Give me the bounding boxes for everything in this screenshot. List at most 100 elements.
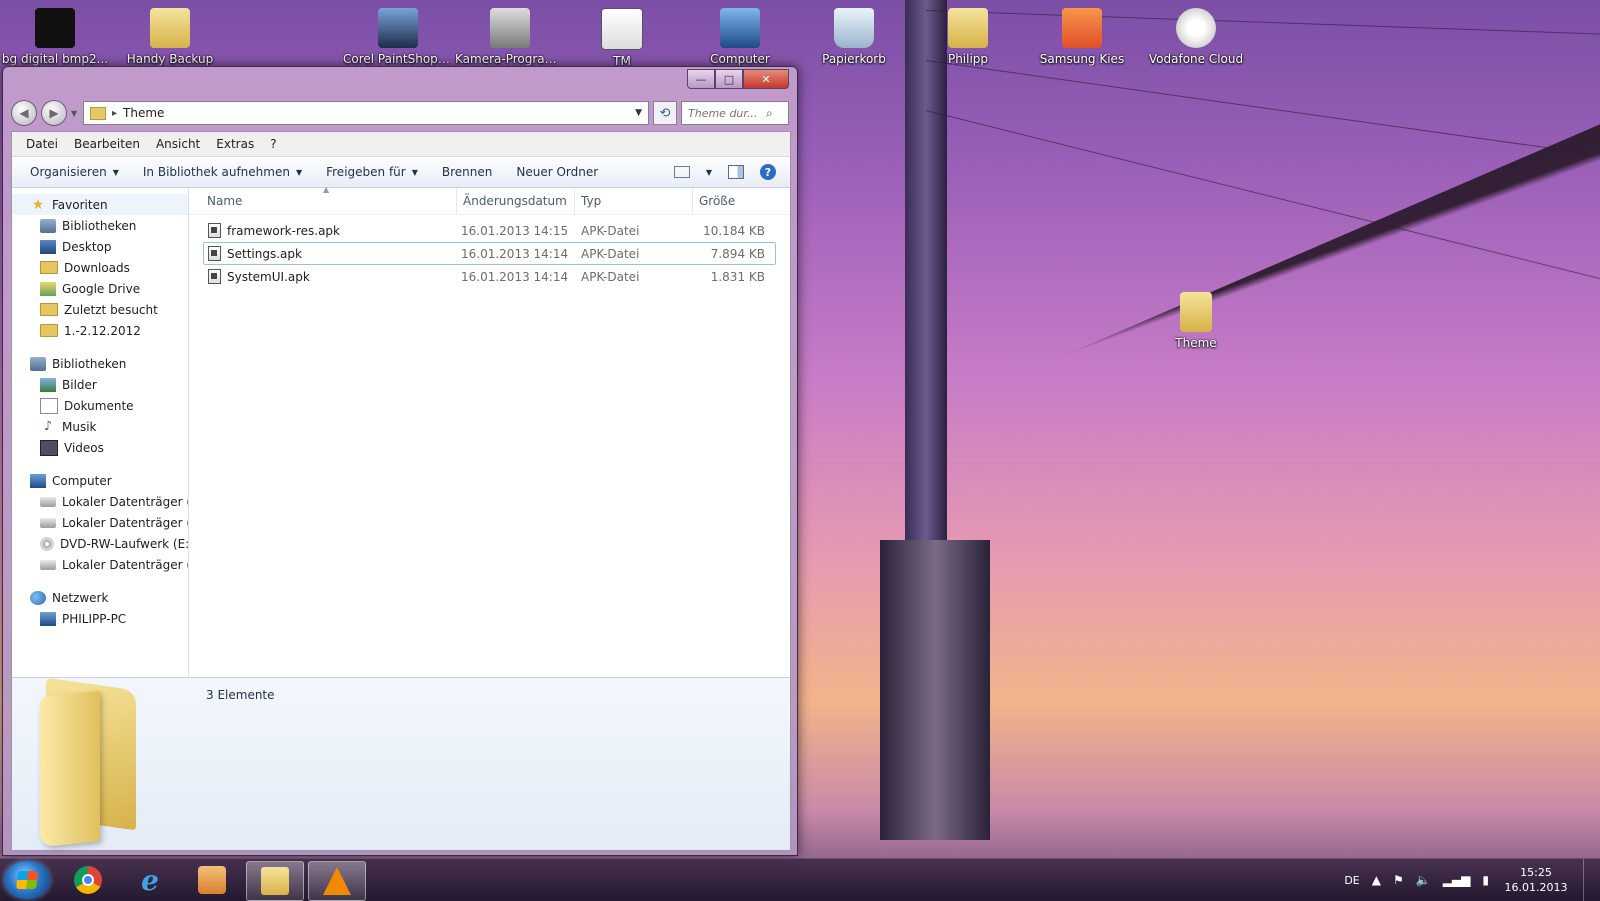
taskbar-vlc[interactable] bbox=[308, 861, 366, 901]
network-signal-icon[interactable]: ▂▄▆ bbox=[1443, 873, 1471, 887]
item-count: 3 Elemente bbox=[206, 688, 275, 702]
nav-desktop[interactable]: Desktop bbox=[12, 236, 188, 257]
nav-downloads[interactable]: Downloads bbox=[12, 257, 188, 278]
chevron-down-icon[interactable]: ▼ bbox=[706, 168, 712, 177]
forward-button[interactable]: ▶ bbox=[41, 100, 67, 126]
refresh-button[interactable]: ⟲ bbox=[653, 101, 677, 125]
start-button[interactable] bbox=[4, 861, 50, 899]
taskbar-explorer[interactable] bbox=[246, 861, 304, 901]
breadcrumb-theme[interactable]: Theme bbox=[123, 106, 629, 120]
show-desktop-button[interactable] bbox=[1583, 859, 1594, 901]
nav-drive-d[interactable]: Lokaler Datenträger (D:) bbox=[12, 512, 188, 533]
nav-bibliotheken[interactable]: Bibliotheken bbox=[12, 353, 188, 374]
menu-extras[interactable]: Extras bbox=[208, 137, 262, 151]
file-row[interactable]: framework-res.apk 16.01.2013 14:15 APK-D… bbox=[203, 219, 776, 242]
volume-icon[interactable]: 🔈 bbox=[1416, 873, 1431, 887]
nav-philipp-pc[interactable]: PHILIPP-PC bbox=[12, 608, 188, 629]
taskbar-chrome[interactable] bbox=[60, 861, 116, 899]
show-hidden-icons-icon[interactable]: ▲ bbox=[1372, 873, 1381, 887]
drive-icon bbox=[40, 517, 56, 528]
recent-places-icon bbox=[40, 303, 58, 316]
new-folder-button[interactable]: Neuer Ordner bbox=[504, 165, 610, 179]
dvd-drive-icon bbox=[40, 536, 54, 551]
change-view-icon[interactable] bbox=[673, 166, 690, 178]
desktop-icon-bg-digital[interactable]: bg digital bmp2... bbox=[0, 8, 110, 66]
action-center-flag-icon[interactable]: ⚑ bbox=[1393, 873, 1404, 887]
desktop-icon-samsung-kies[interactable]: Samsung Kies bbox=[1027, 8, 1137, 66]
menu-datei[interactable]: Datei bbox=[18, 137, 66, 151]
nav-favoriten[interactable]: ★ Favoriten bbox=[12, 194, 188, 215]
pictures-icon bbox=[40, 377, 56, 392]
nav-label: Computer bbox=[52, 473, 112, 488]
file-row[interactable]: Settings.apk 16.01.2013 14:14 APK-Datei … bbox=[203, 242, 776, 265]
address-row: ◀ ▶ ▼ ▸ Theme ▼ ⟲ ⌕ bbox=[11, 100, 789, 126]
burn-button[interactable]: Brennen bbox=[430, 165, 504, 179]
desktop-icon-theme[interactable]: Theme bbox=[1141, 292, 1251, 350]
desktop-icon-handy-backup[interactable]: Handy Backup bbox=[115, 8, 225, 66]
back-button[interactable]: ◀ bbox=[11, 100, 37, 126]
camera-icon bbox=[490, 8, 530, 48]
menu-ansicht[interactable]: Ansicht bbox=[148, 137, 208, 151]
nav-drive-c[interactable]: Lokaler Datenträger (C:) bbox=[12, 491, 188, 512]
desktop-icon-vodafone-cloud[interactable]: Vodafone Cloud bbox=[1141, 8, 1251, 66]
backup-folder-icon bbox=[150, 8, 190, 48]
explorer-content: Datei Bearbeiten Ansicht Extras ? Organi… bbox=[11, 131, 791, 851]
nav-bilder[interactable]: Bilder bbox=[12, 374, 188, 395]
desktop-icon-computer[interactable]: Computer bbox=[685, 8, 795, 66]
add-to-library-button[interactable]: In Bibliothek aufnehmen ▼ bbox=[131, 165, 314, 179]
nav-bibliotheken-fav[interactable]: Bibliotheken bbox=[12, 215, 188, 236]
column-header-date[interactable]: Änderungsdatum bbox=[457, 188, 575, 214]
preview-pane-icon[interactable] bbox=[728, 165, 744, 179]
file-size: 10.184 KB bbox=[703, 223, 765, 238]
chevron-down-icon: ▼ bbox=[295, 167, 303, 177]
column-header-size[interactable]: Größe bbox=[693, 188, 773, 214]
search-icon[interactable]: ⌕ bbox=[766, 106, 773, 121]
file-type: APK-Datei bbox=[581, 269, 640, 284]
nav-label: Lokaler Datenträger (Q:) bbox=[62, 557, 188, 572]
nav-drive-e[interactable]: DVD-RW-Laufwerk (E:) L bbox=[12, 533, 188, 554]
nav-videos[interactable]: Videos bbox=[12, 437, 188, 458]
chevron-down-icon: ▼ bbox=[112, 167, 119, 177]
nav-label: Lokaler Datenträger (C:) bbox=[62, 494, 188, 509]
maximize-button[interactable]: □ bbox=[715, 69, 743, 89]
language-indicator[interactable]: DE bbox=[1344, 874, 1359, 887]
taskbar-media-player[interactable] bbox=[184, 861, 240, 899]
nav-dokumente[interactable]: Dokumente bbox=[12, 395, 188, 416]
minimize-button[interactable]: — bbox=[687, 69, 715, 89]
nav-recent[interactable]: Zuletzt besucht bbox=[12, 299, 188, 320]
nav-netzwerk[interactable]: Netzwerk bbox=[12, 587, 188, 608]
address-dropdown-icon[interactable]: ▼ bbox=[635, 108, 642, 118]
clock-time: 15:25 bbox=[1520, 866, 1552, 879]
desktop-icon-tm[interactable]: TM bbox=[567, 8, 677, 68]
address-bar[interactable]: ▸ Theme ▼ bbox=[83, 101, 649, 125]
nav-folder-dates[interactable]: 1.-2.12.2012 bbox=[12, 320, 188, 341]
desktop-icon-philipp[interactable]: Philipp bbox=[913, 8, 1023, 66]
internet-explorer-icon: e bbox=[141, 863, 159, 897]
nav-group-libraries: Bibliotheken Bilder Dokumente ♪ Musik Vid… bbox=[12, 353, 188, 458]
desktop-icon-kamera-programme[interactable]: Kamera-Programme bbox=[455, 8, 565, 66]
menu-bearbeiten[interactable]: Bearbeiten bbox=[66, 137, 148, 151]
desktop-icon-papierkorb[interactable]: Papierkorb bbox=[799, 8, 909, 66]
column-header-type[interactable]: Typ bbox=[575, 188, 693, 214]
nav-google-drive[interactable]: Google Drive bbox=[12, 278, 188, 299]
help-icon[interactable]: ? bbox=[760, 164, 776, 180]
nav-drive-q[interactable]: Lokaler Datenträger (Q:) bbox=[12, 554, 188, 575]
google-drive-icon bbox=[40, 281, 56, 296]
nav-computer[interactable]: Computer bbox=[12, 470, 188, 491]
nav-label: Zuletzt besucht bbox=[64, 302, 158, 317]
share-with-button[interactable]: Freigeben für ▼ bbox=[314, 165, 430, 179]
file-row[interactable]: SystemUI.apk 16.01.2013 14:14 APK-Datei … bbox=[203, 265, 776, 288]
menu-help[interactable]: ? bbox=[262, 137, 284, 151]
nav-label: Downloads bbox=[64, 260, 130, 275]
desktop-icon-corel-paintshop[interactable]: Corel PaintShop Pro bbox=[343, 8, 453, 66]
battery-icon[interactable]: ▮ bbox=[1482, 873, 1489, 887]
search-input[interactable] bbox=[686, 105, 766, 121]
recent-pages-dropdown[interactable]: ▼ bbox=[71, 109, 79, 118]
close-button[interactable]: ✕ bbox=[743, 69, 789, 89]
taskbar-internet-explorer[interactable]: e bbox=[122, 861, 178, 899]
nav-musik[interactable]: ♪ Musik bbox=[12, 416, 188, 437]
clock[interactable]: 15:25 16.01.2013 bbox=[1501, 865, 1571, 895]
organize-button[interactable]: Organisieren ▼ bbox=[18, 165, 131, 179]
drive-icon bbox=[40, 496, 56, 507]
nav-label: Musik bbox=[62, 419, 97, 434]
